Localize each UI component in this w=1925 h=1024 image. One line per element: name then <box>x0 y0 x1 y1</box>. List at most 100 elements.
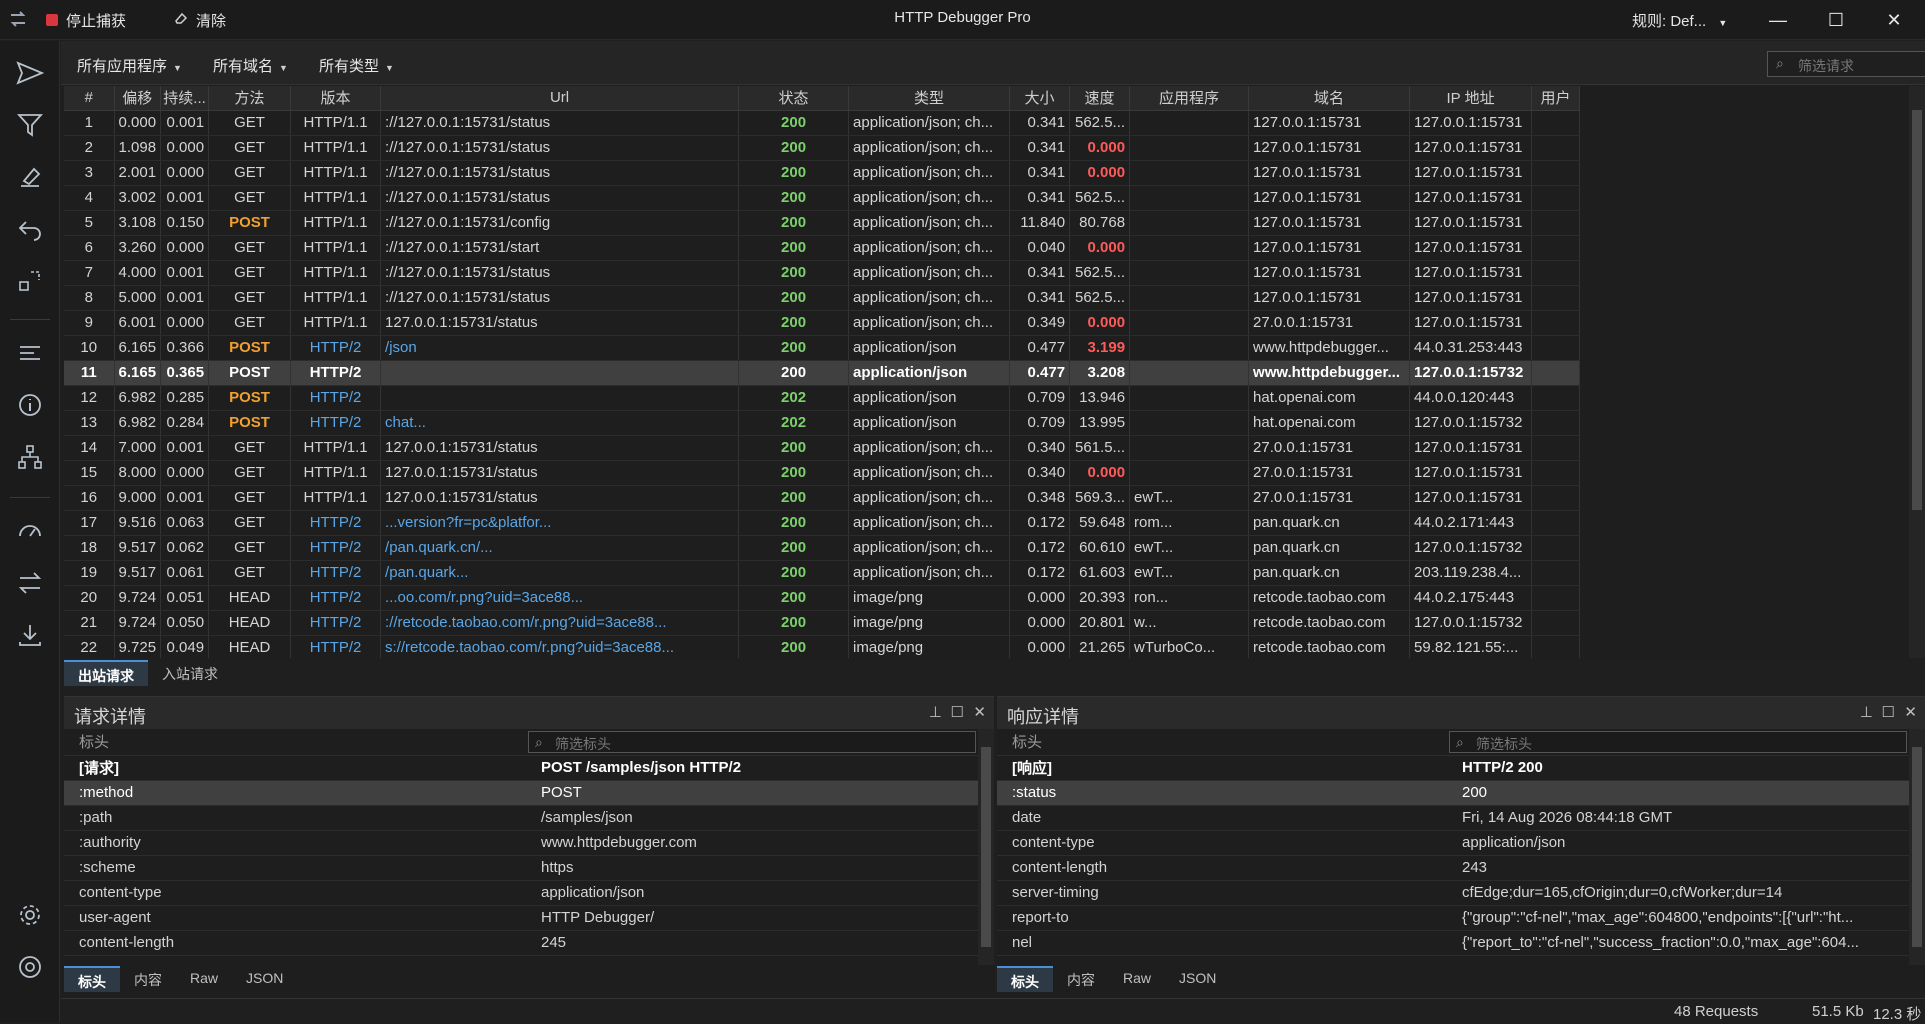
request-row[interactable]: 7 4.000 0.001 GET HTTP/1.1://127.0.0.1:15731… <box>64 260 1581 286</box>
cell-size: 11.840 <box>1009 210 1071 236</box>
header-row[interactable]: server-timing cfEdge;dur=165,cfOrigin;dur… <box>997 880 1909 906</box>
transfer-icon[interactable] <box>14 567 46 599</box>
column-header[interactable]: 方法 <box>208 86 292 111</box>
request-row[interactable]: 18 9.517 0.062 GET HTTP/2/pan.quark.cn/... 20… <box>64 535 1581 561</box>
grid-scroll-thumb[interactable] <box>1912 110 1922 510</box>
list-icon[interactable] <box>14 337 46 369</box>
request-row[interactable]: 3 2.001 0.000 GET HTTP/1.1://127.0.0.1:15731… <box>64 160 1581 186</box>
header-row[interactable]: content-length 245 <box>64 930 978 956</box>
tab-inbound[interactable]: 入站请求 <box>148 660 232 686</box>
column-header[interactable]: 状态 <box>738 86 850 111</box>
request-row[interactable]: 12 6.982 0.285 POST HTTP/2 202 application/jso… <box>64 385 1581 411</box>
response-scroll-thumb[interactable] <box>1912 747 1922 947</box>
header-row[interactable]: report-to {"group":"cf-nel","max_age":604… <box>997 905 1909 931</box>
header-row[interactable]: content-type application/json <box>997 830 1909 856</box>
maximize-panel-icon[interactable]: ☐ <box>1882 703 1895 721</box>
filter-icon[interactable] <box>14 109 46 141</box>
tab-outbound[interactable]: 出站请求 <box>64 660 148 686</box>
maximize-button[interactable]: ☐ <box>1816 6 1856 34</box>
help-icon[interactable] <box>14 951 46 983</box>
header-row[interactable]: user-agent HTTP Debugger/ <box>64 905 978 931</box>
start-line-row[interactable]: [响应] HTTP/2 200 <box>997 755 1909 781</box>
cell-ip-address: 127.0.0.1:15732 <box>1409 410 1533 436</box>
request-row[interactable]: 5 3.108 0.150 POST HTTP/1.1://127.0.0.1:1573… <box>64 210 1581 236</box>
request-row[interactable]: 13 6.982 0.284 POST HTTP/2 chat... 202 applicat… <box>64 410 1581 436</box>
tab-raw[interactable]: Raw <box>1109 966 1165 992</box>
header-row[interactable]: nel {"report_to":"cf-nel","success_fracti… <box>997 930 1909 956</box>
breakpoint-icon[interactable] <box>14 265 46 297</box>
column-header[interactable]: # <box>64 86 115 111</box>
tab-json[interactable]: JSON <box>1165 966 1230 992</box>
tab-content[interactable]: 内容 <box>120 966 176 992</box>
pin-icon[interactable]: ⊥ <box>1860 703 1873 721</box>
minimize-button[interactable]: — <box>1758 6 1798 34</box>
request-row[interactable]: 15 8.000 0.000 GET HTTP/1.1 127.0.0.1:15731/s… <box>64 460 1581 486</box>
request-row[interactable]: 8 5.000 0.001 GET HTTP/1.1://127.0.0.1:15731… <box>64 285 1581 311</box>
column-header[interactable]: Url <box>380 86 740 111</box>
column-header[interactable]: 持续... <box>160 86 210 111</box>
column-header[interactable]: 用户 <box>1531 86 1581 111</box>
request-row[interactable]: 16 9.000 0.001 GET HTTP/1.1 127.0.0.1:15731/s… <box>64 485 1581 511</box>
column-header[interactable]: 偏移 <box>114 86 162 111</box>
header-row[interactable]: :path/samples/json <box>64 805 978 831</box>
request-panel-scrollbar[interactable] <box>978 729 994 965</box>
all-apps-dropdown[interactable]: 所有应用程序 ▼ <box>77 55 182 76</box>
header-row[interactable]: :method POST <box>64 780 978 806</box>
start-line-row[interactable]: [请求] POST /samples/json HTTP/2 <box>64 755 978 781</box>
settings-icon[interactable] <box>14 899 46 931</box>
tab-content[interactable]: 内容 <box>1053 966 1109 992</box>
cell-user <box>1531 185 1581 211</box>
highlight-icon[interactable] <box>14 161 46 193</box>
sitemap-icon[interactable] <box>14 441 46 473</box>
request-row[interactable]: 4 3.002 0.001 GET HTTP/1.1://127.0.0.1:15731… <box>64 185 1581 211</box>
request-row[interactable]: 22 9.725 0.049 HEAD HTTP/2 s://retcode.taobao… <box>64 635 1581 658</box>
column-header[interactable]: 类型 <box>848 86 1011 111</box>
send-icon[interactable] <box>14 57 46 89</box>
header-row[interactable]: content-type application/json <box>64 880 978 906</box>
header-row[interactable]: :scheme https <box>64 855 978 881</box>
request-row[interactable]: 2 1.098 0.000 GET HTTP/1.1://127.0.0.1:15731… <box>64 135 1581 161</box>
header-row[interactable]: date Fri, 14 Aug 2026 08:44:18 GMT <box>997 805 1909 831</box>
maximize-panel-icon[interactable]: ☐ <box>951 703 964 721</box>
close-button[interactable]: ✕ <box>1874 6 1914 34</box>
request-row[interactable]: 6 3.260 0.000 GET HTTP/1.1://127.0.0.1:15731… <box>64 235 1581 261</box>
all-domains-dropdown[interactable]: 所有域名 ▼ <box>213 55 288 76</box>
request-row[interactable]: 10 6.165 0.366 POST HTTP/2/json 200 applicatio… <box>64 335 1581 361</box>
all-types-dropdown[interactable]: 所有类型 ▼ <box>319 55 394 76</box>
column-header[interactable]: IP 地址 <box>1409 86 1533 111</box>
tab-headers[interactable]: 标头 <box>64 966 120 992</box>
column-header[interactable]: 版本 <box>290 86 382 111</box>
rule-dropdown[interactable]: 规则: Def... ▼ <box>1632 10 1727 31</box>
pin-icon[interactable]: ⊥ <box>929 703 942 721</box>
request-search-input[interactable]: ⌕ 筛选请求 <box>1767 51 1925 77</box>
header-filter-input[interactable]: ⌕ 筛选标头 <box>528 730 976 753</box>
request-scroll-thumb[interactable] <box>981 747 991 947</box>
tab-json[interactable]: JSON <box>232 966 297 992</box>
column-header[interactable]: 域名 <box>1248 86 1411 111</box>
request-row[interactable]: 1 0.000 0.001 GET HTTP/1.1://127.0.0.1:15731… <box>64 110 1581 136</box>
header-filter-input[interactable]: ⌕ 筛选标头 <box>1449 730 1907 753</box>
request-row[interactable]: 11 6.165 0.365 POST HTTP/2 200 application/jso… <box>64 360 1581 386</box>
response-panel-scrollbar[interactable] <box>1909 729 1925 965</box>
close-panel-icon[interactable]: ✕ <box>973 703 986 721</box>
request-row[interactable]: 19 9.517 0.061 GET HTTP/2/pan.quark... 200 app… <box>64 560 1581 586</box>
request-row[interactable]: 20 9.724 0.051 HEAD HTTP/2 ...oo.com/r.png?ui… <box>64 585 1581 611</box>
header-row[interactable]: :status 200 <box>997 780 1909 806</box>
replay-icon[interactable] <box>14 213 46 245</box>
grid-scrollbar[interactable] <box>1909 86 1925 658</box>
column-header[interactable]: 大小 <box>1009 86 1071 111</box>
request-row[interactable]: 9 6.001 0.000 GET HTTP/1.1 127.0.0.1:15731/st… <box>64 310 1581 336</box>
gauge-icon[interactable] <box>14 515 46 547</box>
tab-headers[interactable]: 标头 <box>997 966 1053 992</box>
request-row[interactable]: 21 9.724 0.050 HEAD HTTP/2://retcode.taobao.… <box>64 610 1581 636</box>
download-icon[interactable] <box>14 619 46 651</box>
info-icon[interactable] <box>14 389 46 421</box>
tab-raw[interactable]: Raw <box>176 966 232 992</box>
request-row[interactable]: 14 7.000 0.001 GET HTTP/1.1 127.0.0.1:15731/s… <box>64 435 1581 461</box>
header-row[interactable]: :authority www.httpdebugger.com <box>64 830 978 856</box>
column-header[interactable]: 速度 <box>1069 86 1131 111</box>
column-header[interactable]: 应用程序 <box>1129 86 1250 111</box>
request-row[interactable]: 17 9.516 0.063 GET HTTP/2 ...version?fr=pc&pl… <box>64 510 1581 536</box>
close-panel-icon[interactable]: ✕ <box>1904 703 1917 721</box>
header-row[interactable]: content-length 243 <box>997 855 1909 881</box>
